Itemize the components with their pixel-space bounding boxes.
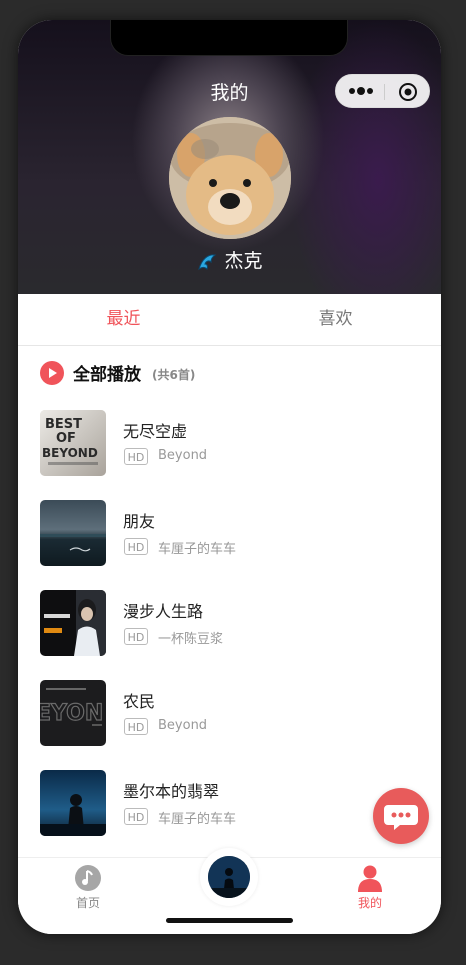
hd-badge: HD [124,628,148,645]
chat-bubble-icon [384,805,418,830]
avatar[interactable] [169,117,291,239]
play-all-label: 全部播放 [73,365,141,385]
song-cover: BEST OF BEYOND [40,410,106,476]
play-icon[interactable] [40,361,64,385]
tab-mine[interactable]: 我的 [340,864,400,911]
song-artist: 车厘子的车车 [158,542,237,557]
svg-text:BEST: BEST [45,417,82,432]
song-title: 朋友 [123,512,156,531]
tab-favorites[interactable]: 喜欢 [230,294,441,345]
hd-badge: HD [124,808,148,825]
more-icon[interactable] [346,81,376,101]
music-note-icon [75,865,101,891]
now-playing-cover [208,856,250,898]
phone-frame: 我的 杰克 最近 喜欢 全部播放 (共6首) BEST OF BEYOND 无尽… [18,20,441,934]
tab-home[interactable]: 首页 [58,864,118,911]
song-cover [40,590,106,656]
hd-badge: HD [124,538,148,555]
song-artist: Beyond [158,718,208,733]
notch [110,20,348,56]
svg-text:OF: OF [56,431,76,446]
person-icon [358,865,382,892]
song-cover [40,500,106,566]
song-count: (共6首) [152,368,196,382]
user-name: 杰克 [224,250,263,272]
now-playing-disc[interactable] [200,848,258,906]
user-name-row: 杰克 [18,246,441,273]
song-artist: Beyond [158,448,208,463]
song-item[interactable]: 漫步人生路 HD 一杯陈豆浆 [18,590,441,656]
svg-text:EYON: EYON [40,701,103,726]
capsule-divider [384,84,385,100]
home-indicator [166,918,293,923]
song-title: 无尽空虚 [123,422,188,441]
song-artist: 一杯陈豆浆 [158,632,224,647]
hd-badge: HD [124,448,148,465]
dog-avatar-image [169,117,291,239]
hd-badge: HD [124,718,148,735]
song-cover: EYON [40,680,106,746]
song-item[interactable]: EYON 农民 HD Beyond [18,680,441,746]
song-title: 墨尔本的翡翠 [123,782,220,801]
song-artist: 车厘子的车车 [158,812,237,827]
song-item[interactable]: 朋友 HD 车厘子的车车 [18,500,441,566]
song-title: 农民 [123,692,156,711]
tab-recent[interactable]: 最近 [18,294,229,345]
tab-home-label: 首页 [75,896,100,910]
close-miniprogram-icon[interactable] [398,82,418,102]
chat-button[interactable] [373,788,429,844]
tab-bar-top: 最近 喜欢 [18,294,441,346]
mini-program-capsule[interactable] [335,74,430,108]
song-title: 漫步人生路 [123,602,204,621]
song-cover [40,770,106,836]
tab-mine-label: 我的 [357,896,382,910]
dolphin-icon [198,253,217,270]
profile-header: 我的 杰克 [18,20,441,294]
song-item[interactable]: BEST OF BEYOND 无尽空虚 HD Beyond [18,410,441,476]
svg-text:BEYOND: BEYOND [42,446,98,460]
